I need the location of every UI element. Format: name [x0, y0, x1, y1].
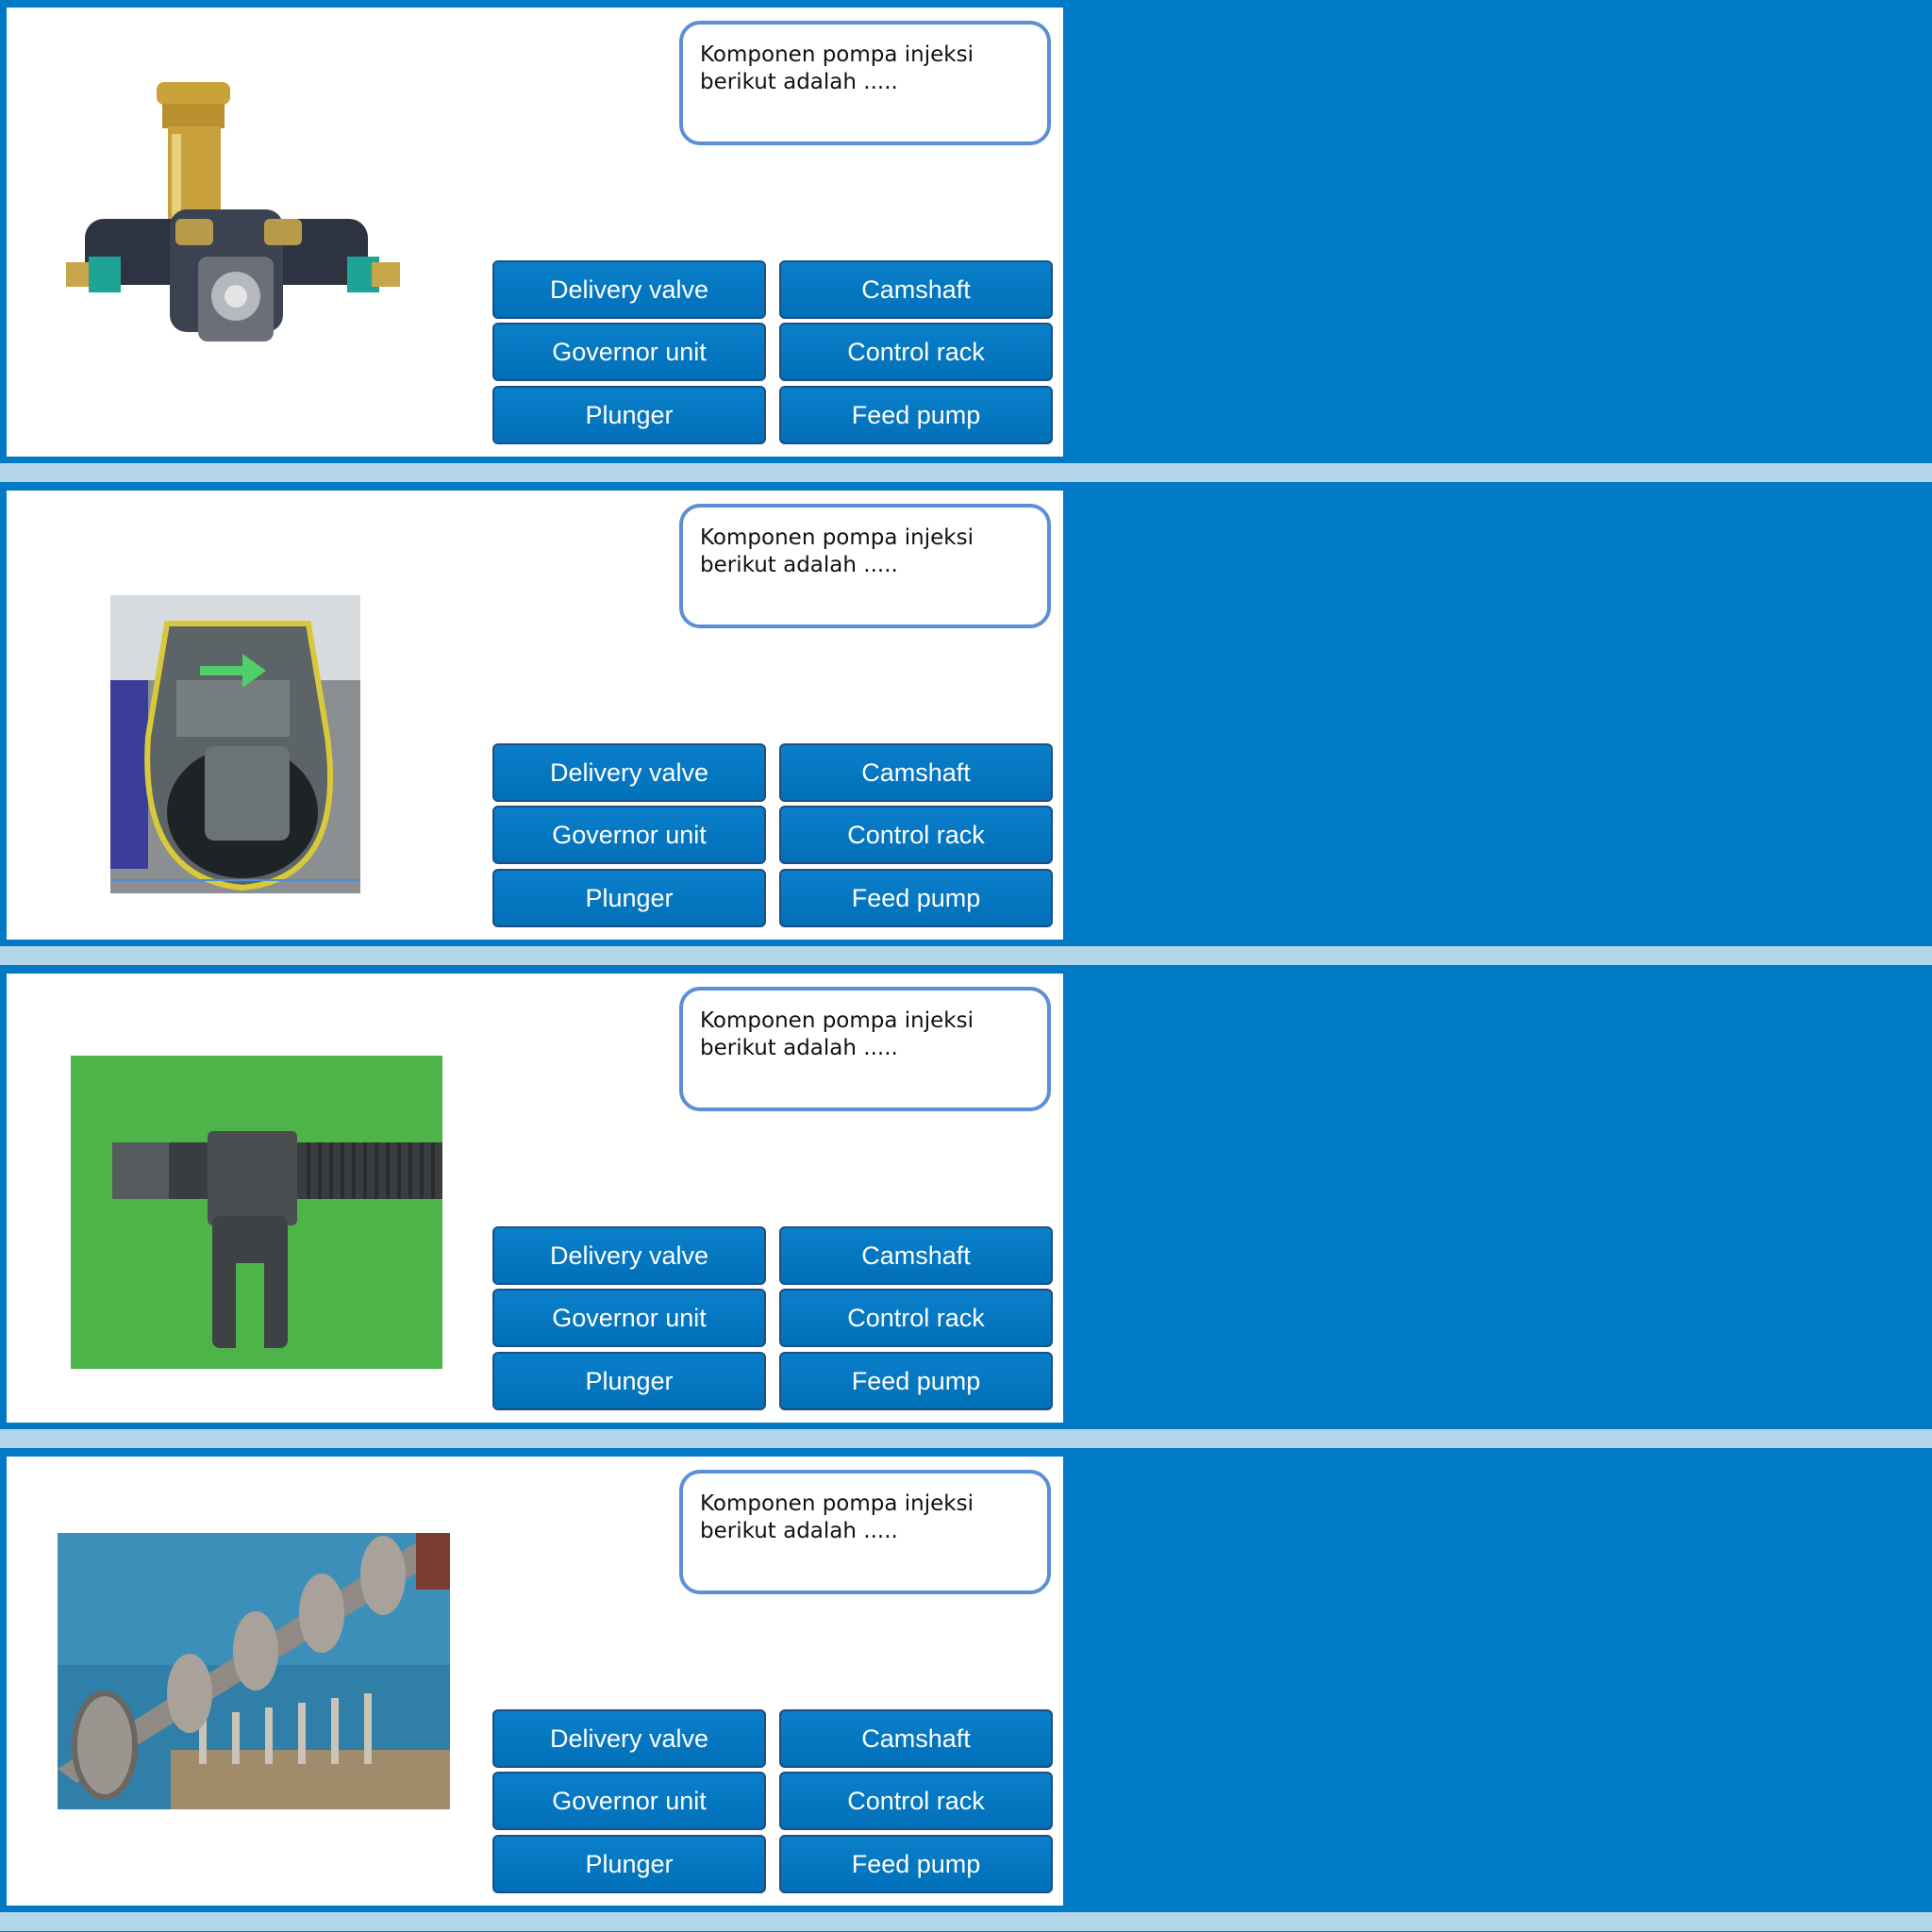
- quiz-slide-2: Komponen pompa injeksi berikut adalah ..…: [7, 491, 1063, 940]
- option-delivery-valve-button[interactable]: Delivery valve: [492, 743, 766, 802]
- option-camshaft-button[interactable]: Camshaft: [779, 743, 1053, 802]
- option-camshaft-button[interactable]: Camshaft: [779, 260, 1053, 319]
- question-text: Komponen pompa injeksi berikut adalah ..…: [700, 42, 974, 94]
- separator-band: [0, 946, 1932, 965]
- option-feed-pump-button[interactable]: Feed pump: [779, 869, 1053, 927]
- question-box: Komponen pompa injeksi berikut adalah ..…: [679, 21, 1051, 145]
- quiz-slide-1: Komponen pompa injeksi berikut adalah ..…: [7, 8, 1063, 457]
- separator-band: [0, 1429, 1932, 1448]
- option-delivery-valve-button[interactable]: Delivery valve: [492, 260, 766, 319]
- separator-band: [0, 463, 1932, 482]
- option-control-rack-button[interactable]: Control rack: [779, 1289, 1053, 1347]
- option-control-rack-button[interactable]: Control rack: [779, 806, 1053, 864]
- camshaft-photo: [58, 1533, 450, 1809]
- option-plunger-button[interactable]: Plunger: [492, 1352, 766, 1410]
- option-feed-pump-button[interactable]: Feed pump: [779, 1835, 1053, 1893]
- separator-band: [0, 1912, 1932, 1931]
- option-control-rack-button[interactable]: Control rack: [779, 1772, 1053, 1830]
- option-delivery-valve-button[interactable]: Delivery valve: [492, 1226, 766, 1285]
- quiz-slide-4: Komponen pompa injeksi berikut adalah ..…: [7, 1457, 1063, 1906]
- option-plunger-button[interactable]: Plunger: [492, 386, 766, 444]
- question-text: Komponen pompa injeksi berikut adalah ..…: [700, 525, 974, 577]
- option-plunger-button[interactable]: Plunger: [492, 1835, 766, 1893]
- governor-housing-photo: [110, 595, 360, 893]
- option-governor-unit-button[interactable]: Governor unit: [492, 1772, 766, 1830]
- option-camshaft-button[interactable]: Camshaft: [779, 1226, 1053, 1285]
- option-delivery-valve-button[interactable]: Delivery valve: [492, 1709, 766, 1768]
- option-control-rack-button[interactable]: Control rack: [779, 323, 1053, 381]
- question-box: Komponen pompa injeksi berikut adalah ..…: [679, 504, 1051, 628]
- option-governor-unit-button[interactable]: Governor unit: [492, 1289, 766, 1347]
- option-feed-pump-button[interactable]: Feed pump: [779, 386, 1053, 444]
- feed-pump-photo: [66, 77, 406, 370]
- question-box: Komponen pompa injeksi berikut adalah ..…: [679, 1470, 1051, 1594]
- question-box: Komponen pompa injeksi berikut adalah ..…: [679, 987, 1051, 1111]
- question-text: Komponen pompa injeksi berikut adalah ..…: [700, 1491, 974, 1543]
- quiz-slide-3: Komponen pompa injeksi berikut adalah ..…: [7, 974, 1063, 1423]
- option-feed-pump-button[interactable]: Feed pump: [779, 1352, 1053, 1410]
- question-text: Komponen pompa injeksi berikut adalah ..…: [700, 1008, 974, 1060]
- option-governor-unit-button[interactable]: Governor unit: [492, 323, 766, 381]
- option-plunger-button[interactable]: Plunger: [492, 869, 766, 927]
- control-rack-photo: [71, 1056, 442, 1369]
- option-camshaft-button[interactable]: Camshaft: [779, 1709, 1053, 1768]
- option-governor-unit-button[interactable]: Governor unit: [492, 806, 766, 864]
